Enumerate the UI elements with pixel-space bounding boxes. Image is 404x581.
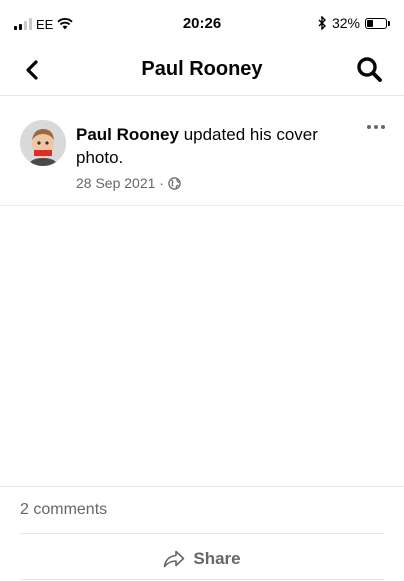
globe-icon: [168, 176, 181, 190]
share-button[interactable]: Share: [0, 546, 404, 572]
author-name[interactable]: Paul Rooney: [76, 125, 179, 144]
footer-divider: [20, 533, 384, 534]
avatar[interactable]: [20, 120, 66, 166]
page-title: Paul Rooney: [141, 58, 263, 80]
nav-bar: Paul Rooney: [0, 44, 404, 96]
battery-cap: [388, 20, 390, 26]
status-bar: EE 20:26 32%: [0, 0, 404, 44]
share-label: Share: [193, 549, 241, 568]
bottom-divider: [20, 579, 384, 580]
share-arrow-icon: [164, 550, 185, 568]
bluetooth-icon: [318, 16, 326, 30]
post-date[interactable]: 28 Sep 2021 ·: [76, 175, 164, 191]
battery-percent: 32%: [331, 15, 360, 31]
comments-count[interactable]: 2 comments: [20, 501, 107, 519]
post-meta: 28 Sep 2021 ·: [76, 175, 181, 191]
avatar-image: [20, 120, 66, 166]
battery-level: [367, 19, 373, 27]
search-icon[interactable]: [354, 54, 386, 86]
more-icon[interactable]: [364, 120, 388, 134]
status-right: 32%: [318, 15, 390, 31]
post-text: Paul Rooney updated his cover photo.: [76, 123, 336, 169]
footer-divider-top: [0, 486, 404, 487]
battery-icon: [365, 17, 387, 29]
post-header: Paul Rooney updated his cover photo. 28 …: [0, 96, 404, 206]
